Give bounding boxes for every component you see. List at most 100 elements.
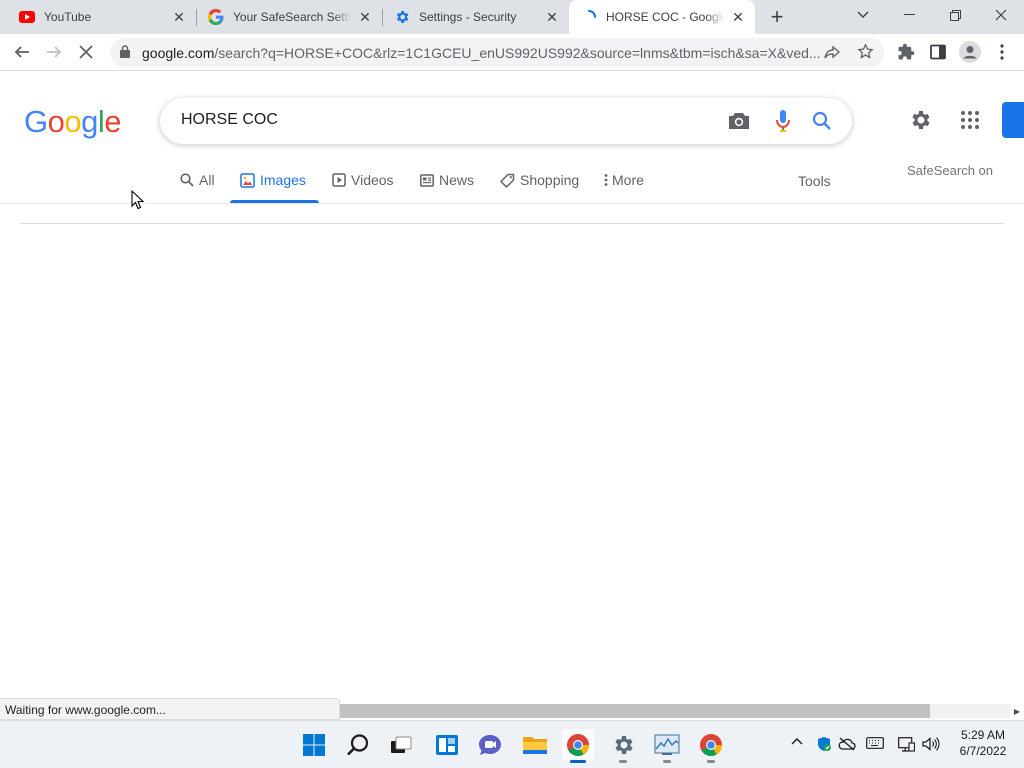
restore-button[interactable] — [932, 0, 978, 30]
search-box[interactable]: HORSE COC — [160, 98, 852, 144]
close-window-button[interactable] — [978, 0, 1024, 30]
tab-all[interactable]: All — [180, 172, 215, 188]
tab-search-button[interactable] — [840, 0, 886, 30]
apps-grid-icon[interactable] — [957, 107, 983, 133]
chrome-icon — [567, 734, 589, 756]
tab-label: All — [199, 172, 215, 188]
tab-label: Shopping — [520, 172, 580, 188]
camera-icon[interactable] — [727, 109, 751, 133]
settings-taskbar-button[interactable] — [607, 729, 639, 763]
mouse-cursor-icon — [131, 189, 145, 215]
tab-youtube[interactable]: YouTube ✕ — [0, 0, 196, 34]
clock-date: 6/7/2022 — [959, 744, 1007, 758]
bookmark-star-icon[interactable] — [857, 43, 874, 65]
chrome-taskbar-button[interactable] — [562, 729, 594, 763]
settings-gear-icon — [615, 736, 633, 754]
tab-safesearch-settings[interactable]: Your SafeSearch Settings ✕ — [197, 0, 382, 34]
horizontal-scrollbar-track[interactable] — [930, 704, 1010, 718]
tag-icon — [500, 173, 515, 188]
divider — [20, 223, 1004, 224]
running-indicator — [570, 760, 586, 763]
widgets-button[interactable] — [431, 729, 463, 761]
more-vert-icon — [1000, 44, 1004, 60]
defender-shield-icon[interactable] — [816, 736, 832, 752]
address-bar[interactable]: google.com/search?q=HORSE+COC&rlz=1C1GCE… — [110, 38, 884, 67]
youtube-icon — [19, 9, 35, 25]
close-icon[interactable]: ✕ — [544, 9, 560, 25]
search-input[interactable]: HORSE COC — [181, 111, 278, 129]
keyboard-icon[interactable] — [866, 737, 884, 749]
loading-spinner-icon — [581, 9, 597, 25]
logo-letter: o — [64, 104, 82, 139]
url-text[interactable]: google.com/search?q=HORSE+COC&rlz=1C1GCE… — [142, 45, 822, 61]
side-panel-icon — [930, 44, 946, 60]
tab-settings-security[interactable]: Settings - Security ✕ — [383, 0, 569, 34]
tab-title: YouTube — [44, 10, 92, 24]
status-bubble: Waiting for www.google.com... — [0, 698, 340, 720]
file-explorer-button[interactable] — [519, 729, 551, 761]
tab-more[interactable]: More — [604, 172, 644, 188]
search-type-tabs: All Images Videos News Shopping More — [0, 160, 1024, 204]
close-icon — [79, 45, 93, 59]
new-tab-button[interactable]: + — [764, 4, 790, 29]
microphone-icon[interactable] — [771, 109, 795, 133]
chrome-icon — [700, 734, 722, 756]
side-panel-button[interactable] — [924, 38, 952, 66]
resource-monitor-button[interactable] — [651, 729, 683, 763]
extensions-button[interactable] — [892, 38, 920, 66]
close-icon[interactable]: ✕ — [171, 9, 187, 25]
taskbar-clock[interactable]: 5:29 AM 6/7/2022 — [950, 727, 1016, 759]
sign-in-button[interactable] — [1002, 102, 1024, 138]
settings-gear-icon — [394, 9, 410, 25]
taskbar-search-button[interactable] — [342, 729, 374, 761]
start-button[interactable] — [298, 729, 330, 761]
back-button[interactable] — [8, 38, 36, 66]
horizontal-scrollbar-thumb[interactable] — [340, 704, 930, 718]
logo-letter: g — [81, 104, 98, 139]
tab-horse-coc-search[interactable]: HORSE COC - Google Search ✕ — [569, 0, 755, 34]
tab-videos[interactable]: Videos — [332, 172, 394, 188]
forward-button[interactable] — [40, 38, 68, 66]
minimize-button[interactable] — [886, 0, 932, 30]
safesearch-status[interactable]: SafeSearch on — [907, 163, 993, 178]
logo-letter: e — [104, 104, 122, 139]
tab-label: Images — [260, 172, 306, 188]
google-logo[interactable]: Google — [24, 104, 122, 140]
stop-loading-button[interactable] — [72, 38, 100, 66]
tab-news[interactable]: News — [420, 172, 474, 188]
arrow-left-icon — [14, 46, 29, 58]
url-host: google.com — [142, 45, 215, 61]
settings-gear-icon[interactable] — [907, 107, 933, 133]
tools-button[interactable]: Tools — [798, 173, 831, 189]
close-icon[interactable]: ✕ — [730, 9, 746, 25]
onedrive-off-icon[interactable] — [838, 737, 856, 751]
tab-title: Settings - Security — [419, 10, 517, 24]
search-icon[interactable] — [810, 109, 834, 133]
chevron-up-icon[interactable] — [791, 737, 803, 745]
news-icon — [420, 173, 434, 187]
scroll-right-arrow-icon[interactable]: ▶ — [1010, 704, 1024, 718]
tab-shopping[interactable]: Shopping — [500, 172, 579, 188]
performance-monitor-icon — [654, 734, 680, 755]
chrome-menu-button[interactable] — [988, 38, 1016, 66]
tab-label: Videos — [351, 172, 394, 188]
folder-icon — [523, 737, 547, 754]
browser-toolbar: google.com/search?q=HORSE+COC&rlz=1C1GCE… — [0, 34, 1024, 71]
task-view-button[interactable] — [385, 729, 417, 761]
share-icon[interactable] — [824, 44, 841, 65]
running-indicator — [619, 760, 627, 763]
volume-icon[interactable] — [922, 737, 940, 751]
arrow-right-icon — [47, 46, 62, 58]
close-icon[interactable]: ✕ — [357, 9, 373, 25]
image-icon — [240, 172, 255, 188]
teams-chat-button[interactable] — [474, 729, 506, 761]
tab-title: HORSE COC - Google Search — [606, 10, 724, 24]
chrome-second-window-button[interactable] — [695, 729, 727, 763]
profile-button[interactable] — [956, 38, 984, 66]
tab-images[interactable]: Images — [240, 172, 306, 188]
network-icon[interactable] — [898, 737, 915, 752]
lock-icon[interactable] — [120, 45, 130, 63]
clock-time: 5:29 AM — [960, 728, 1006, 742]
running-indicator — [707, 760, 715, 763]
tab-title: Your SafeSearch Settings — [233, 10, 351, 24]
